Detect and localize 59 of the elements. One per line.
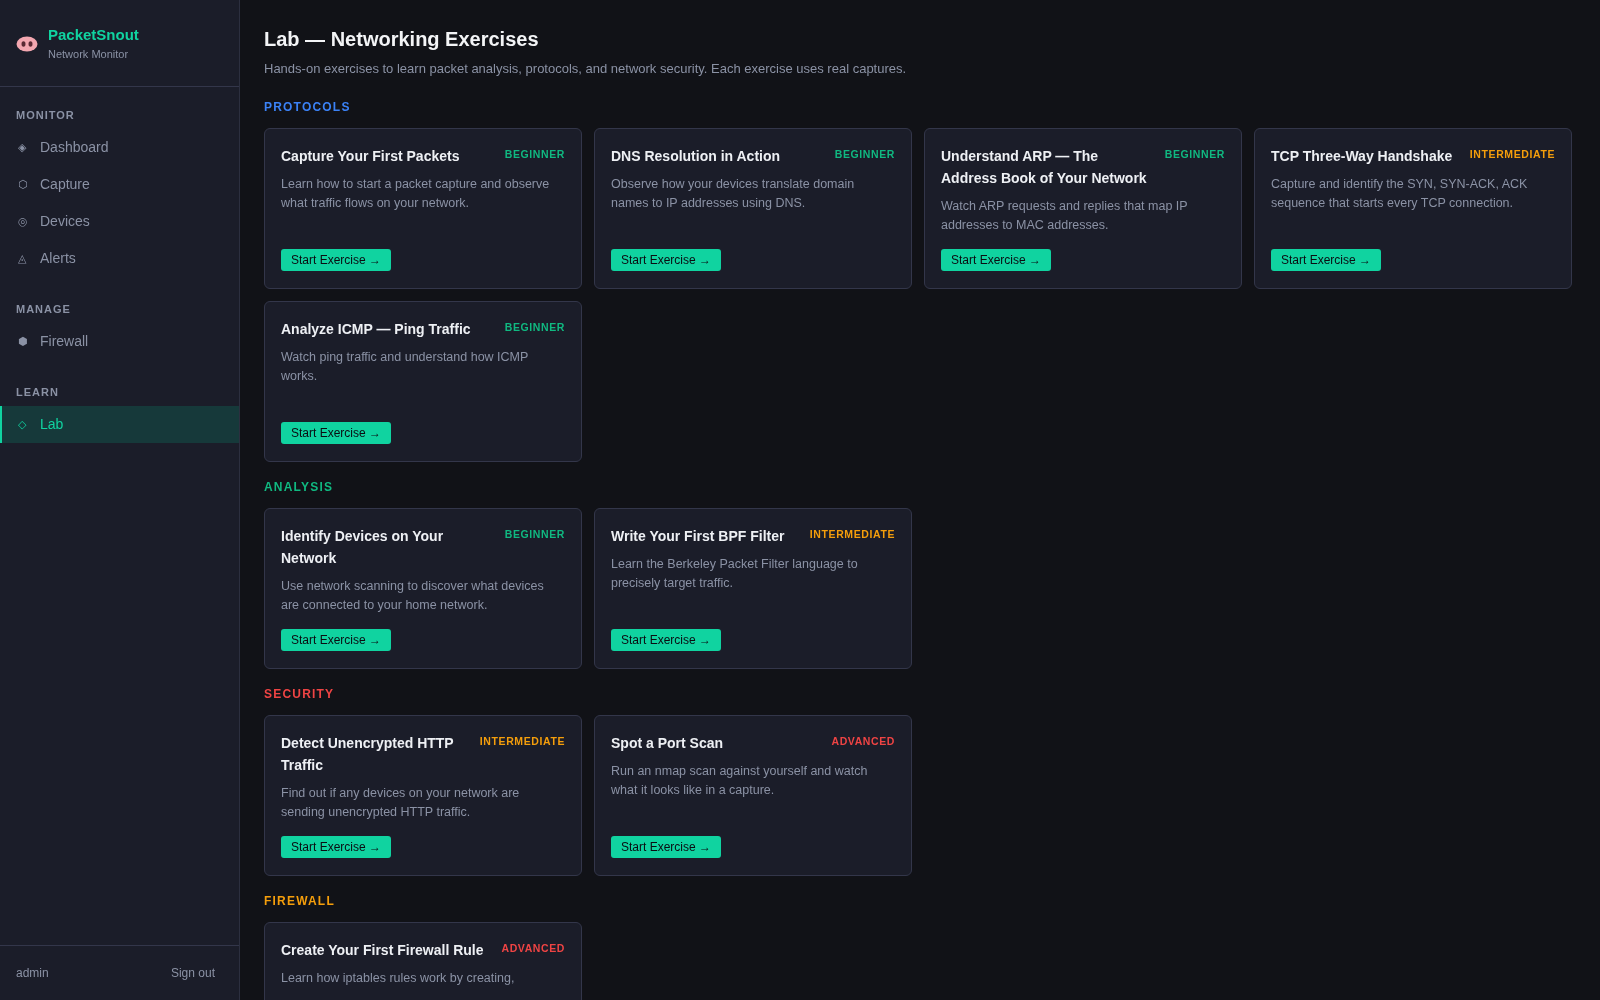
section-title: PROTOCOLS <box>264 100 352 114</box>
exercise-description: Learn how to start a packet capture and observe what traffic flows on your network. <box>281 176 551 212</box>
section-title: SECURITY <box>264 687 336 701</box>
nav-item[interactable]: ◇ Lab <box>0 406 239 443</box>
nav-section-title: MANAGE <box>15 302 72 317</box>
exercise-description: Run an nmap scan against yourself and watch what it looks like in a capture. <box>611 763 869 799</box>
section-title: FIREWALL <box>264 894 336 908</box>
start-exercise-button[interactable]: Start Exercise → <box>281 629 392 651</box>
start-exercise-button[interactable]: Start Exercise → <box>611 629 722 651</box>
difficulty-label: INTERMEDIATE <box>809 528 895 540</box>
app-name: PacketSnout <box>48 26 139 43</box>
exercise-title: Identify Devices on Your Network <box>281 527 445 568</box>
user-name: admin <box>16 966 49 980</box>
nav-section-title: MONITOR <box>15 108 76 123</box>
difficulty-label: BEGINNER <box>504 148 565 160</box>
difficulty-label: ADVANCED <box>831 735 895 747</box>
exercise-title: DNS Resolution in Action <box>611 147 781 166</box>
exercise-title: Detect Unencrypted HTTP Traffic <box>281 734 455 775</box>
exercise-description: Watch ping traffic and understand how ICMP works. <box>281 349 530 385</box>
exercise-description: Observe how your devices translate domain names to IP addresses using DNS. <box>611 176 856 212</box>
exercise-title: Capture Your First Packets <box>281 147 460 166</box>
exercise-title: Understand ARP — The Address Book of Your Network <box>941 147 1148 188</box>
page-subtitle: Hands-on exercises to learn packet analysis, protocols, and network security. Each exercise uses real captures. <box>264 61 908 76</box>
nav-item[interactable]: ◬ Alerts <box>0 240 239 277</box>
difficulty-label: BEGINNER <box>834 148 895 160</box>
difficulty-label: BEGINNER <box>504 321 565 333</box>
exercise-description: Find out if any devices on your network are sending unencrypted HTTP traffic. <box>281 785 521 821</box>
start-exercise-button[interactable]: Start Exercise → <box>611 249 722 271</box>
difficulty-label: INTERMEDIATE <box>1469 148 1555 160</box>
exercise-description: Learn how iptables rules work by creating, <box>281 970 516 987</box>
exercise-description: Use network scanning to discover what devices are connected to your home network. <box>281 578 545 614</box>
exercise-title: Create Your First Firewall Rule <box>281 941 484 960</box>
start-exercise-button[interactable]: Start Exercise → <box>1271 249 1382 271</box>
nav-item[interactable]: ⬢ Firewall <box>0 323 239 360</box>
exercise-description: Capture and identify the SYN, SYN-ACK, ACK sequence that starts every TCP connection. <box>1271 176 1529 212</box>
nav-section-title: LEARN <box>15 385 60 400</box>
pig-snout-icon <box>16 36 38 52</box>
sign-out-link[interactable]: Sign out <box>170 966 215 980</box>
difficulty-label: BEGINNER <box>1164 148 1225 160</box>
exercise-title: Spot a Port Scan <box>611 734 724 753</box>
exercise-title: Analyze ICMP — Ping Traffic <box>281 320 471 339</box>
exercise-description: Learn the Berkeley Packet Filter language to precisely target traffic. <box>611 556 859 592</box>
start-exercise-button[interactable]: Start Exercise → <box>941 249 1052 271</box>
start-exercise-button[interactable]: Start Exercise → <box>281 249 392 271</box>
exercise-title: TCP Three-Way Handshake <box>1271 147 1453 166</box>
nav-item[interactable]: ◎ Devices <box>0 203 239 240</box>
nav-item[interactable]: ⬡ Capture <box>0 166 239 203</box>
difficulty-label: BEGINNER <box>504 528 565 540</box>
section-title: ANALYSIS <box>264 480 335 494</box>
exercise-title: Write Your First BPF Filter <box>611 527 785 546</box>
start-exercise-button[interactable]: Start Exercise → <box>281 422 392 444</box>
exercise-description: Watch ARP requests and replies that map IP addresses to MAC addresses. <box>941 198 1189 234</box>
page-title: Lab — Networking Exercises <box>264 28 540 51</box>
difficulty-label: INTERMEDIATE <box>479 735 565 747</box>
app-subtitle: Network Monitor <box>48 48 130 60</box>
start-exercise-button[interactable]: Start Exercise → <box>611 836 722 858</box>
nav-item[interactable]: ◈ Dashboard <box>0 129 239 166</box>
start-exercise-button[interactable]: Start Exercise → <box>281 836 392 858</box>
difficulty-label: ADVANCED <box>501 942 565 954</box>
